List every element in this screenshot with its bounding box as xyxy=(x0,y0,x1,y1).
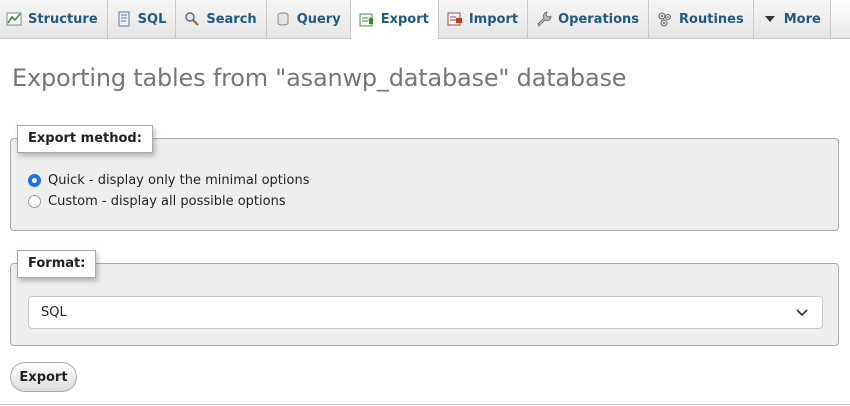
tab-more[interactable]: More xyxy=(753,0,831,38)
format-legend: Format: xyxy=(17,250,97,278)
export-button[interactable]: Export xyxy=(10,362,77,392)
tab-label: Export xyxy=(380,12,429,27)
top-tab-bar: Structure SQL Search Query Export Import xyxy=(0,0,850,39)
tab-label: Structure xyxy=(28,11,98,27)
radio-option-quick[interactable]: Quick - display only the minimal options xyxy=(28,173,310,188)
search-icon xyxy=(184,11,200,27)
chevron-down-icon xyxy=(796,308,808,317)
tab-operations[interactable]: Operations xyxy=(528,0,650,38)
tab-label: Import xyxy=(468,11,519,27)
tab-label: Routines xyxy=(679,11,744,27)
format-selected-value: SQL xyxy=(41,305,67,320)
format-select[interactable]: SQL xyxy=(28,296,823,329)
tab-label: Operations xyxy=(558,11,640,27)
export-method-fieldset: Export method: Quick - display only the … xyxy=(10,125,839,231)
format-fieldset: Format: SQL xyxy=(10,250,839,346)
import-icon xyxy=(447,11,463,27)
tab-label: More xyxy=(783,11,821,27)
routines-icon xyxy=(657,11,673,27)
export-icon xyxy=(359,12,375,28)
structure-icon xyxy=(6,11,22,27)
tab-query[interactable]: Query xyxy=(266,0,351,38)
caret-down-icon xyxy=(762,11,778,27)
wrench-icon xyxy=(536,11,552,27)
divider xyxy=(0,404,850,405)
radio-quick-label: Quick - display only the minimal options xyxy=(48,173,310,188)
radio-custom[interactable] xyxy=(28,195,41,208)
tab-export[interactable]: Export xyxy=(349,0,439,39)
tab-search[interactable]: Search xyxy=(176,0,267,38)
tab-sql[interactable]: SQL xyxy=(107,0,177,38)
tab-label: SQL xyxy=(137,11,167,27)
tab-import[interactable]: Import xyxy=(438,0,529,38)
tab-structure[interactable]: Structure xyxy=(0,0,108,38)
radio-option-custom[interactable]: Custom - display all possible options xyxy=(28,194,286,209)
sql-icon xyxy=(116,11,132,27)
page-title: Exporting tables from "asanwp_database" … xyxy=(12,64,627,92)
export-method-legend: Export method: xyxy=(17,125,153,153)
tab-label: Search xyxy=(206,11,257,27)
tab-label: Query xyxy=(296,11,341,27)
radio-quick[interactable] xyxy=(28,174,41,187)
query-icon xyxy=(275,11,291,27)
tab-routines[interactable]: Routines xyxy=(649,0,754,38)
radio-custom-label: Custom - display all possible options xyxy=(48,194,286,209)
